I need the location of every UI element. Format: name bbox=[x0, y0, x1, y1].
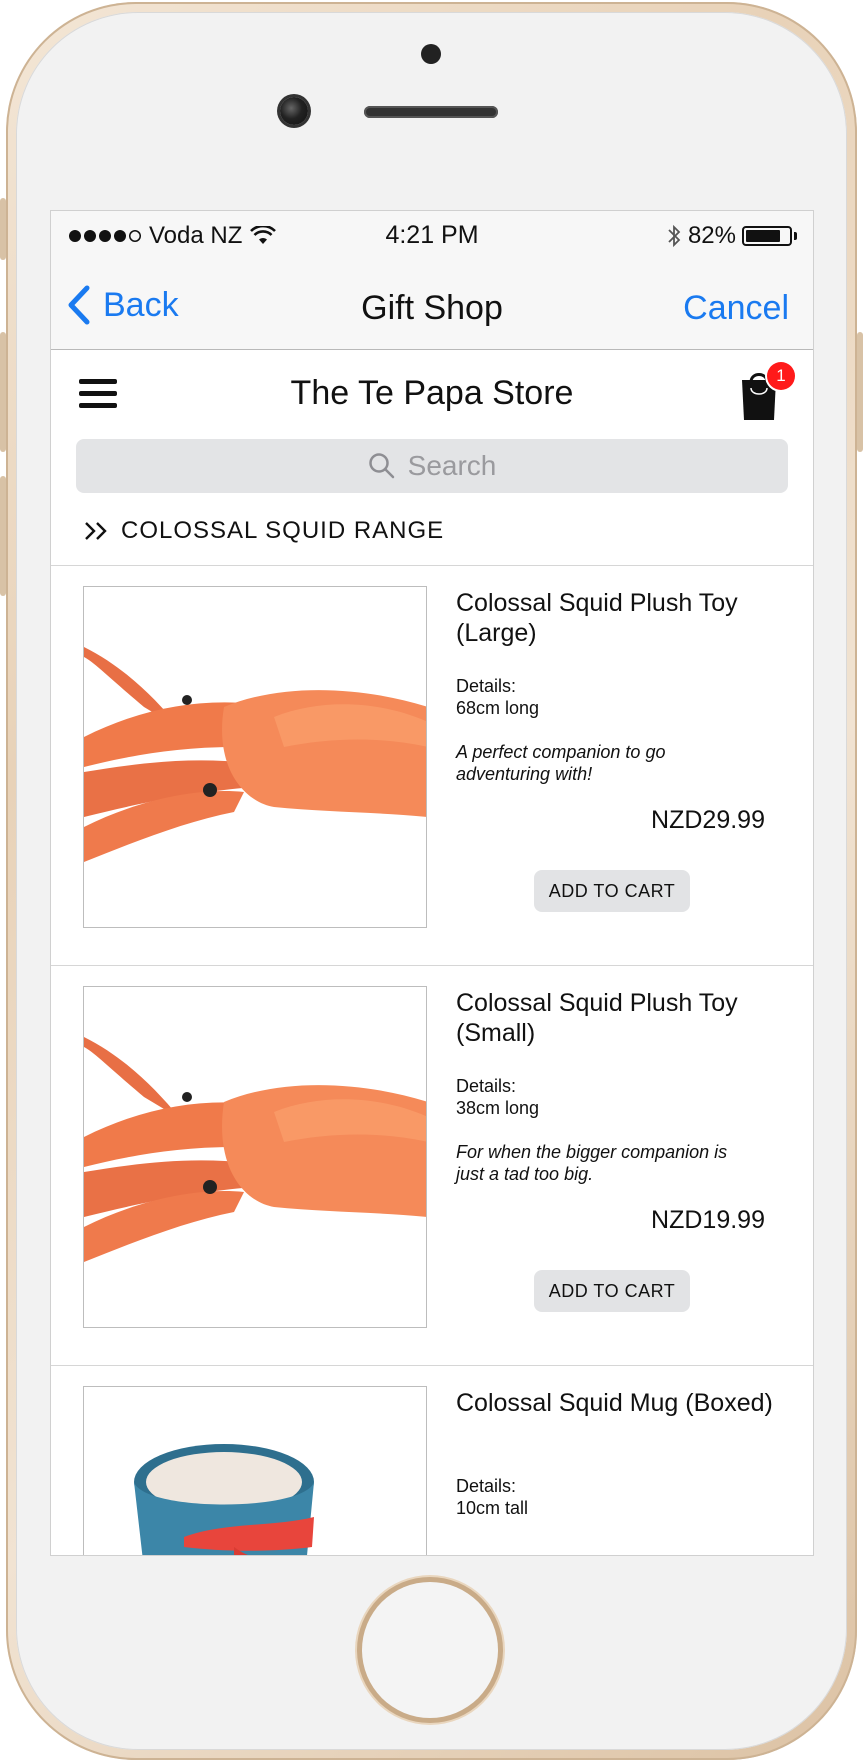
product-card: Colossal Squid Plush Toy (Small) Details… bbox=[51, 965, 813, 1356]
product-description: For when the bigger companion is just a … bbox=[456, 1142, 728, 1184]
product-details-label: Details: bbox=[456, 1076, 517, 1096]
battery-level bbox=[746, 230, 781, 242]
product-card: Colossal Squid Plush Toy (Large) Details… bbox=[51, 565, 813, 956]
screen: Voda NZ 4:21 PM 82% Back Gift Shop Cance… bbox=[50, 210, 814, 1556]
silent-switch bbox=[0, 198, 6, 260]
store-header: The Te Papa Store 1 bbox=[51, 350, 813, 436]
status-bar: Voda NZ 4:21 PM 82% bbox=[51, 211, 813, 261]
status-right: 82% bbox=[666, 222, 797, 250]
squid-plush-picture bbox=[84, 1037, 426, 1262]
double-chevron-right-icon bbox=[85, 522, 107, 540]
earpiece-speaker bbox=[364, 106, 498, 118]
product-details-value: 68cm long bbox=[456, 698, 540, 718]
store-title: The Te Papa Store bbox=[290, 374, 574, 412]
product-description: A perfect companion to go adventuring wi… bbox=[456, 742, 666, 784]
volume-down-button bbox=[0, 476, 6, 596]
add-to-cart-button[interactable]: ADD TO CART bbox=[534, 1270, 690, 1312]
add-to-cart-button[interactable]: ADD TO CART bbox=[534, 870, 690, 912]
cancel-button[interactable]: Cancel bbox=[683, 289, 789, 328]
product-name: Colossal Squid Plush Toy (Large) bbox=[456, 589, 738, 647]
chevron-left-icon bbox=[68, 285, 90, 325]
product-price: NZD19.99 bbox=[651, 1206, 765, 1234]
squid-mug-picture bbox=[134, 1444, 314, 1555]
volume-up-button bbox=[0, 332, 6, 452]
product-image[interactable] bbox=[83, 586, 427, 928]
squid-plush-picture bbox=[84, 647, 426, 862]
proximity-sensor bbox=[421, 44, 441, 64]
power-button bbox=[857, 332, 863, 452]
search-placeholder: Search bbox=[407, 450, 497, 481]
cart-count-badge: 1 bbox=[767, 362, 795, 390]
product-details-value: 10cm tall bbox=[456, 1498, 529, 1518]
product-image[interactable] bbox=[83, 986, 427, 1328]
product-name: Colossal Squid Plush Toy (Small) bbox=[456, 989, 738, 1047]
home-button[interactable] bbox=[362, 1582, 498, 1718]
back-label: Back bbox=[103, 285, 179, 324]
product-details-label: Details: bbox=[456, 1476, 517, 1496]
product-image[interactable] bbox=[83, 1386, 427, 1555]
battery-percent: 82% bbox=[687, 222, 736, 249]
battery-icon bbox=[742, 226, 792, 246]
product-details-label: Details: bbox=[456, 676, 517, 696]
back-button[interactable]: Back bbox=[67, 285, 179, 325]
category-breadcrumb[interactable]: COLOSSAL SQUID RANGE bbox=[83, 517, 444, 545]
front-camera bbox=[280, 97, 308, 125]
product-price: NZD29.99 bbox=[651, 806, 765, 834]
search-icon bbox=[368, 453, 394, 479]
category-label: COLOSSAL SQUID RANGE bbox=[121, 517, 445, 544]
product-details-value: 38cm long bbox=[456, 1098, 540, 1118]
battery-nub bbox=[794, 232, 797, 240]
navigation-bar: Back Gift Shop Cancel bbox=[51, 261, 813, 350]
bluetooth-icon bbox=[668, 224, 681, 248]
product-card: Colossal Squid Mug (Boxed) Details: 10cm… bbox=[51, 1365, 813, 1555]
search-input[interactable]: Search bbox=[76, 439, 788, 493]
product-name: Colossal Squid Mug (Boxed) bbox=[456, 1389, 773, 1417]
